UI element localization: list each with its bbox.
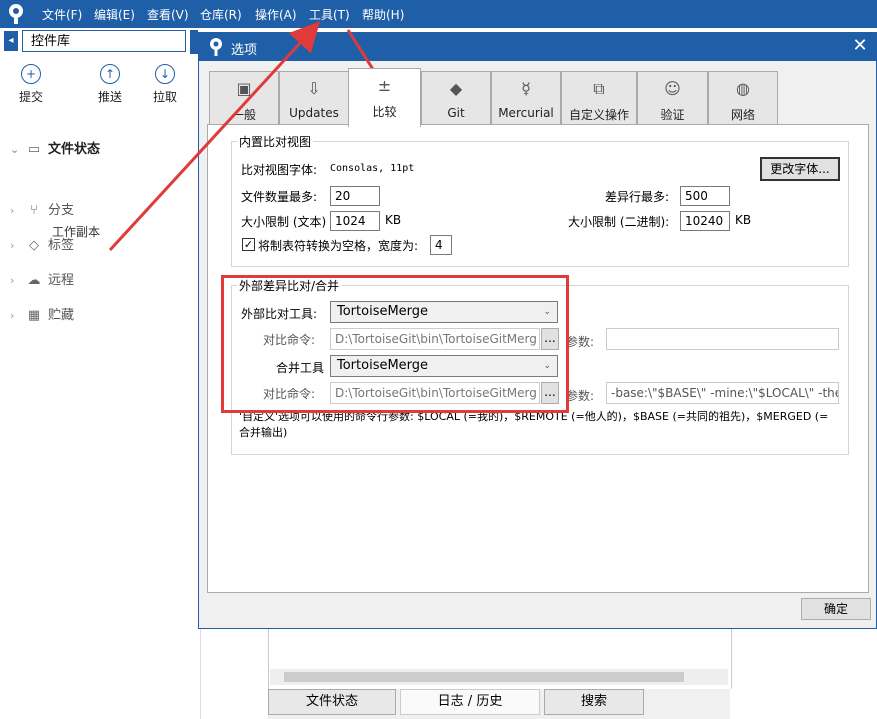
annotation-arrow-to-tools [108, 21, 321, 252]
tab-diff[interactable]: ± 比较 [348, 68, 421, 127]
diff-document-icon: ± [377, 76, 392, 95]
annotation-arrows [108, 21, 397, 252]
tab-diff-label: 比较 [372, 105, 397, 119]
